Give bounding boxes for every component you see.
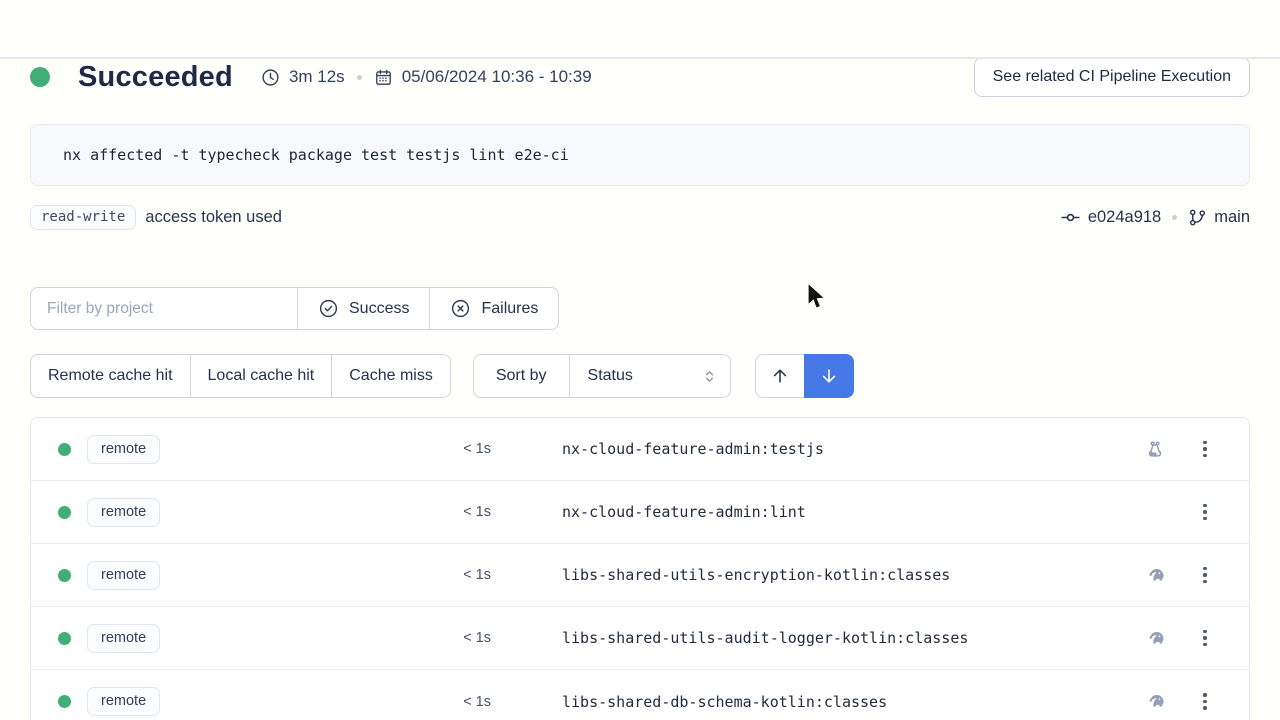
task-success-dot bbox=[58, 506, 71, 519]
tab-local-cache-hit[interactable]: Local cache hit bbox=[190, 354, 333, 398]
project-filter-group: Success Failures bbox=[30, 287, 559, 330]
commit-sha[interactable]: e024a918 bbox=[1088, 208, 1161, 227]
sort-descending-button[interactable] bbox=[804, 354, 854, 398]
sort-selected-value: Status bbox=[588, 367, 633, 385]
git-branch-icon bbox=[1188, 208, 1207, 227]
sort-direction-group bbox=[755, 354, 854, 398]
sort-field-select[interactable]: Status bbox=[569, 354, 731, 398]
cache-source-badge: remote bbox=[87, 498, 160, 527]
task-row[interactable]: remote < 1s nx-cloud-feature-admin:testj… bbox=[31, 418, 1249, 481]
gradle-icon bbox=[1144, 627, 1167, 650]
task-row[interactable]: remote < 1s nx-cloud-feature-admin:lint bbox=[31, 481, 1249, 544]
filter-bar: Success Failures bbox=[30, 287, 1250, 330]
related-ci-pipeline-button[interactable]: See related CI Pipeline Execution bbox=[974, 57, 1250, 97]
kebab-menu-icon[interactable] bbox=[1197, 435, 1213, 464]
task-tool-icon-cell bbox=[1129, 690, 1181, 713]
controls-bar: Remote cache hit Local cache hit Cache m… bbox=[30, 354, 1250, 398]
gradle-icon bbox=[1144, 690, 1167, 713]
check-circle-icon bbox=[318, 298, 339, 319]
task-success-dot bbox=[58, 569, 71, 582]
date-range-value: 05/06/2024 10:36 - 10:39 bbox=[402, 67, 592, 87]
status-header: Succeeded 3m 12s 05/06/2024 10:36 - 10:3… bbox=[30, 55, 1250, 99]
calendar-icon bbox=[374, 68, 393, 87]
sort-group: Sort by Status bbox=[473, 354, 731, 398]
tab-cache-miss[interactable]: Cache miss bbox=[331, 354, 451, 398]
kebab-menu-icon[interactable] bbox=[1197, 561, 1213, 590]
task-duration: < 1s bbox=[447, 504, 491, 520]
vcs-info: e024a918 main bbox=[1060, 207, 1250, 228]
task-name: nx-cloud-feature-admin:lint bbox=[491, 503, 1129, 521]
cache-filter-group: Remote cache hit Local cache hit Cache m… bbox=[30, 354, 451, 398]
chevron-up-down-icon bbox=[701, 368, 718, 385]
command-text: nx affected -t typecheck package test te… bbox=[63, 146, 569, 164]
page-title: Succeeded bbox=[78, 61, 233, 94]
kebab-menu-icon[interactable] bbox=[1197, 687, 1213, 716]
cache-source-badge: remote bbox=[87, 624, 160, 653]
tab-label: Cache miss bbox=[349, 367, 433, 385]
task-tool-icon-cell bbox=[1129, 438, 1181, 460]
task-duration: < 1s bbox=[447, 441, 491, 457]
task-duration: < 1s bbox=[447, 630, 491, 646]
task-row[interactable]: remote < 1s libs-shared-utils-encryption… bbox=[31, 544, 1249, 607]
arrow-down-icon bbox=[819, 366, 839, 386]
token-row: read-write access token used e024a918 ma… bbox=[30, 202, 1250, 232]
tab-remote-cache-hit[interactable]: Remote cache hit bbox=[30, 354, 191, 398]
duration-value: 3m 12s bbox=[289, 67, 345, 87]
task-name: libs-shared-utils-audit-logger-kotlin:cl… bbox=[491, 629, 1129, 647]
kebab-cell bbox=[1181, 687, 1249, 716]
task-row[interactable]: remote < 1s libs-shared-db-schema-kotlin… bbox=[31, 670, 1249, 720]
tab-label: Remote cache hit bbox=[48, 367, 173, 385]
task-row[interactable]: remote < 1s libs-shared-utils-audit-logg… bbox=[31, 607, 1249, 670]
kebab-cell bbox=[1181, 498, 1249, 527]
x-circle-icon bbox=[450, 298, 471, 319]
task-table: remote < 1s nx-cloud-feature-admin:testj… bbox=[30, 417, 1250, 720]
run-detail-page: Succeeded 3m 12s 05/06/2024 10:36 - 10:3… bbox=[0, 55, 1280, 720]
task-duration: < 1s bbox=[447, 567, 491, 583]
date-meta: 05/06/2024 10:36 - 10:39 bbox=[374, 67, 592, 87]
arrow-up-icon bbox=[770, 366, 790, 386]
access-token-label: access token used bbox=[145, 208, 282, 227]
kebab-cell bbox=[1181, 435, 1249, 464]
task-tool-icon-cell bbox=[1129, 564, 1181, 587]
cache-source-badge: remote bbox=[87, 687, 160, 716]
task-name: nx-cloud-feature-admin:testjs bbox=[491, 440, 1129, 458]
filter-success-label: Success bbox=[349, 300, 409, 318]
sort-by-label: Sort by bbox=[473, 354, 570, 398]
separator-dot bbox=[1172, 215, 1177, 220]
tab-label: Local cache hit bbox=[208, 367, 315, 385]
task-name: libs-shared-utils-encryption-kotlin:clas… bbox=[491, 566, 1129, 584]
top-border bbox=[0, 57, 1280, 59]
filter-project-input[interactable] bbox=[30, 287, 298, 330]
duration-meta: 3m 12s bbox=[261, 67, 345, 87]
clock-icon bbox=[261, 68, 280, 87]
task-name: libs-shared-db-schema-kotlin:classes bbox=[491, 693, 1129, 711]
jest-icon bbox=[1144, 438, 1166, 460]
task-success-dot bbox=[58, 632, 71, 645]
kebab-menu-icon[interactable] bbox=[1197, 624, 1213, 653]
separator-dot bbox=[357, 75, 362, 80]
status-success-dot bbox=[30, 67, 50, 87]
branch-name[interactable]: main bbox=[1214, 208, 1250, 227]
task-success-dot bbox=[58, 695, 71, 708]
command-box: nx affected -t typecheck package test te… bbox=[30, 124, 1250, 186]
access-token-badge: read-write bbox=[30, 205, 136, 230]
task-duration: < 1s bbox=[447, 694, 491, 710]
cache-source-badge: remote bbox=[87, 435, 160, 464]
filter-success-button[interactable]: Success bbox=[297, 287, 430, 330]
gradle-icon bbox=[1144, 564, 1167, 587]
git-commit-icon bbox=[1060, 207, 1081, 228]
kebab-menu-icon[interactable] bbox=[1197, 498, 1213, 527]
task-success-dot bbox=[58, 443, 71, 456]
kebab-cell bbox=[1181, 624, 1249, 653]
task-tool-icon-cell bbox=[1129, 627, 1181, 650]
sort-ascending-button[interactable] bbox=[755, 354, 805, 398]
filter-failures-button[interactable]: Failures bbox=[429, 287, 559, 330]
kebab-cell bbox=[1181, 561, 1249, 590]
cache-source-badge: remote bbox=[87, 561, 160, 590]
filter-failures-label: Failures bbox=[481, 300, 538, 318]
